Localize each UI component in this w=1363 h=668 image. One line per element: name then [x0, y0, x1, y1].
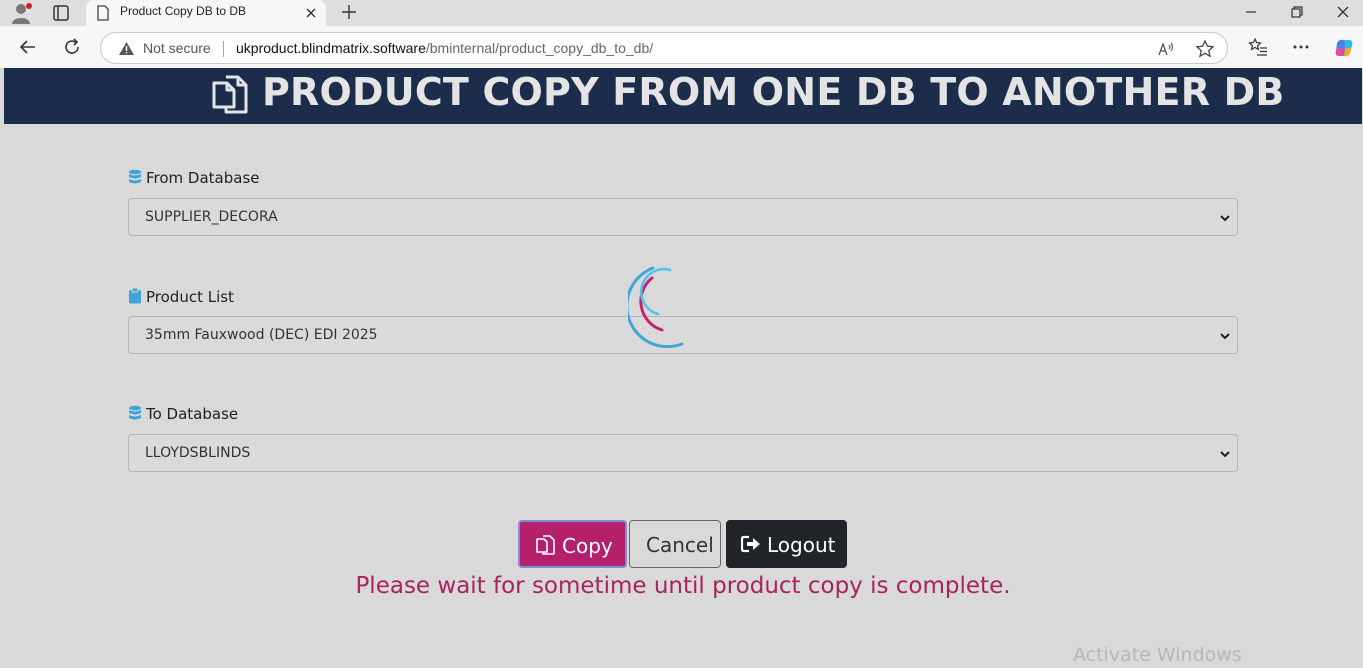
- to-database-value: LLOYDSBLINDS: [145, 445, 251, 461]
- to-database-label: To Database: [128, 405, 238, 423]
- not-secure-label[interactable]: Not secure: [143, 40, 211, 56]
- product-list-label: Product List: [128, 287, 234, 306]
- url-host: ukproduct.blindmatrix.software: [236, 40, 426, 56]
- chevron-down-icon: [1220, 215, 1230, 222]
- address-bar[interactable]: Not secure ukproduct.blindmatrix.softwar…: [100, 32, 1228, 64]
- logout-button[interactable]: Logout: [726, 520, 847, 568]
- copy-icon: [210, 74, 252, 116]
- activate-windows-watermark: Activate Windows: [1073, 644, 1242, 666]
- browser-toolbar: Not secure ukproduct.blindmatrix.softwar…: [0, 26, 1363, 68]
- reload-icon[interactable]: [61, 36, 83, 58]
- page-title: PRODUCT COPY FROM ONE DB TO ANOTHER DB: [262, 70, 1285, 114]
- database-icon: [129, 405, 141, 420]
- profile-avatar-icon[interactable]: [10, 2, 32, 24]
- copy-button[interactable]: Copy: [518, 520, 627, 568]
- more-menu-icon[interactable]: [1291, 37, 1311, 57]
- cancel-button-label: Cancel: [646, 533, 714, 557]
- browser-tab-bar: Product Copy DB to DB: [0, 0, 1363, 26]
- page-document-icon: [96, 5, 110, 21]
- clipboard-icon: [129, 287, 141, 304]
- to-database-select[interactable]: LLOYDSBLINDS: [128, 434, 1238, 472]
- from-database-select[interactable]: SUPPLIER_DECORA: [128, 198, 1238, 236]
- tab-close-icon[interactable]: [304, 5, 318, 19]
- copy-icon: [536, 535, 555, 555]
- favorites-list-icon[interactable]: [1248, 37, 1268, 57]
- tab-title: Product Copy DB to DB: [120, 4, 247, 18]
- loading-spinner-icon: [625, 264, 688, 349]
- copy-button-label: Copy: [562, 534, 613, 558]
- sign-out-icon: [741, 535, 760, 553]
- read-aloud-icon[interactable]: [1156, 39, 1176, 59]
- url-path: /bminternal/product_copy_db_to_db/: [425, 40, 654, 56]
- product-list-label-text: Product List: [146, 288, 234, 306]
- chevron-down-icon: [1220, 451, 1230, 458]
- close-window-icon[interactable]: [1333, 2, 1353, 22]
- back-arrow-icon[interactable]: [17, 36, 39, 58]
- chevron-down-icon: [1220, 333, 1230, 340]
- database-icon: [129, 169, 141, 184]
- to-database-label-text: To Database: [146, 405, 239, 423]
- favorite-star-icon[interactable]: [1195, 39, 1215, 59]
- minimize-icon[interactable]: [1241, 2, 1261, 22]
- page-header: PRODUCT COPY FROM ONE DB TO ANOTHER DB: [4, 68, 1362, 124]
- from-database-label: From Database: [128, 169, 260, 187]
- tab-actions-icon[interactable]: [51, 3, 71, 23]
- status-message: Please wait for sometime until product c…: [355, 573, 1011, 599]
- product-list-value: 35mm Fauxwood (DEC) EDI 2025: [145, 327, 378, 343]
- copilot-icon[interactable]: [1333, 37, 1353, 57]
- logout-button-label: Logout: [767, 533, 836, 557]
- address-divider: [223, 41, 224, 57]
- from-database-value: SUPPLIER_DECORA: [145, 209, 278, 225]
- from-database-label-text: From Database: [146, 169, 260, 187]
- url-text[interactable]: ukproduct.blindmatrix.software/bminterna…: [236, 40, 653, 56]
- new-tab-icon[interactable]: [339, 2, 359, 22]
- page-content: PRODUCT COPY FROM ONE DB TO ANOTHER DB F…: [4, 68, 1362, 668]
- browser-tab-active[interactable]: Product Copy DB to DB: [86, 0, 326, 26]
- warning-triangle-icon[interactable]: [118, 41, 135, 56]
- cancel-button[interactable]: Cancel: [629, 520, 721, 568]
- restore-icon[interactable]: [1287, 2, 1307, 22]
